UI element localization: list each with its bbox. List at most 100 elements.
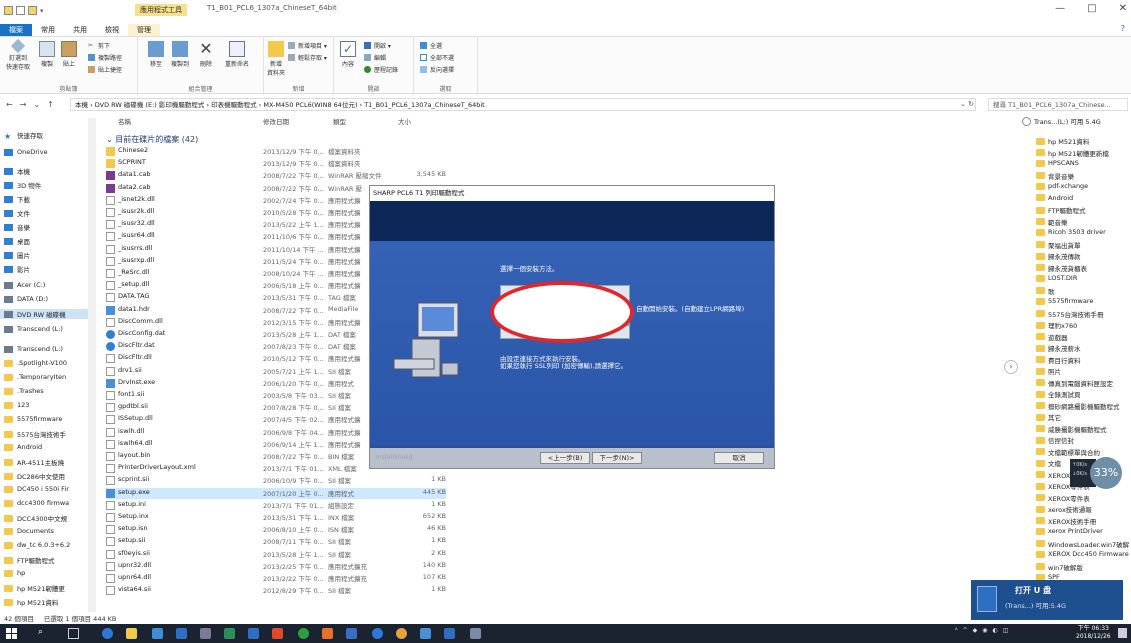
clock[interactable]: 下午 06:33 2018/12/26 bbox=[1076, 625, 1111, 641]
shield-icon[interactable]: ◆ bbox=[973, 627, 978, 634]
nav-item[interactable]: ★ 快速存取 bbox=[4, 130, 43, 141]
app-icon-2[interactable] bbox=[200, 628, 211, 639]
app-icon-6[interactable] bbox=[322, 628, 333, 639]
nav-item[interactable]: DVD RW 磁碟機 bbox=[0, 309, 96, 319]
tab-share[interactable]: 共用 bbox=[64, 24, 96, 36]
right-pane-item[interactable]: 理豹x760 bbox=[1036, 320, 1077, 330]
wifi-icon[interactable]: ◉ bbox=[982, 627, 987, 634]
up-arrow-icon[interactable]: ↑ bbox=[47, 100, 54, 109]
copy-to-button[interactable]: 複製到 bbox=[170, 41, 190, 68]
copy-button[interactable]: 複製 bbox=[38, 41, 56, 68]
right-pane-item[interactable]: 歸永茂薪水 bbox=[1036, 343, 1081, 353]
nav-item[interactable]: .TemporaryIten bbox=[4, 373, 66, 381]
nav-item[interactable]: DCC4300中文規 bbox=[4, 513, 67, 523]
right-pane-item[interactable]: 聚福出貨單 bbox=[1036, 240, 1081, 250]
file-row[interactable]: sf0eyis.sii 2013/5/28 上午 1... SII 檔案 2 KB bbox=[106, 549, 446, 560]
nav-item[interactable]: 123 bbox=[4, 401, 29, 409]
close-button[interactable]: ✕ bbox=[1119, 3, 1127, 14]
right-pane-item[interactable]: win7破解版 bbox=[1036, 562, 1083, 572]
nav-item[interactable]: 影片 bbox=[4, 264, 30, 274]
right-pane-item[interactable]: 歸永茂貨櫃表 bbox=[1036, 263, 1087, 273]
search-icon[interactable]: ⌕ bbox=[38, 627, 43, 637]
drive-header[interactable]: Trans...(L:) 可用 5.4G bbox=[1022, 114, 1131, 128]
right-pane-item[interactable]: XEROX技術手冊 bbox=[1036, 516, 1096, 526]
right-pane-item[interactable]: 信捏信封 bbox=[1036, 435, 1074, 445]
volume-icon[interactable]: ◐ bbox=[993, 627, 998, 634]
people-icon[interactable]: ᴬ bbox=[955, 627, 958, 634]
app-icon-5[interactable] bbox=[272, 628, 283, 639]
nav-item[interactable]: hp bbox=[4, 569, 25, 577]
nav-item[interactable]: Transcend (L:) bbox=[4, 345, 63, 353]
right-pane-item[interactable]: 歸永茂傳款 bbox=[1036, 251, 1081, 261]
tab-view[interactable]: 檢視 bbox=[96, 24, 128, 36]
right-pane-item[interactable]: 5575台灣技術手冊 bbox=[1036, 309, 1104, 319]
new-folder-button[interactable]: 新增 資料夾 bbox=[266, 41, 286, 77]
next-button[interactable]: 下一步(N)> bbox=[592, 452, 642, 464]
nav-item[interactable]: 5575firmware bbox=[4, 415, 62, 423]
file-row[interactable]: data1.cab 2008/7/22 下午 0... WinRAR 壓縮文件 3,5… bbox=[106, 170, 446, 181]
new-folder-icon[interactable] bbox=[28, 6, 37, 15]
nav-item[interactable]: Transcend (L:) bbox=[4, 325, 63, 333]
notification-icon[interactable] bbox=[1118, 628, 1127, 638]
paste-button[interactable]: 貼上 bbox=[60, 41, 78, 68]
file-row[interactable]: Setup.inx 2013/5/31 下午 1... INX 檔案 652 KB bbox=[106, 512, 446, 523]
nav-item[interactable]: DC286中文使用 bbox=[4, 471, 65, 481]
maximize-button[interactable]: □ bbox=[1087, 3, 1096, 14]
installer-taskbar-icon[interactable] bbox=[470, 628, 481, 639]
address-bar[interactable]: 本機 › DVD RW 磁碟機 (E:) 影印機驅動程式 › 印表機驅動程式 ›… bbox=[70, 98, 976, 111]
nav-item[interactable]: .Trashes bbox=[4, 387, 44, 395]
file-row[interactable]: setup.sii 2008/7/11 下午 0... SII 檔案 1 KB bbox=[106, 536, 446, 547]
column-type[interactable]: 類型 bbox=[333, 116, 346, 126]
right-pane-item[interactable]: WindowsLoader.win7破解 bbox=[1036, 539, 1129, 549]
right-pane-item[interactable]: 全錄測試頁 bbox=[1036, 389, 1081, 399]
chevron-up-icon[interactable]: ^ bbox=[963, 627, 968, 634]
file-row[interactable]: upnr32.dll 2013/2/25 下午 0... 應用程式擴充 140 KB bbox=[106, 561, 446, 572]
network-speed-widget[interactable]: ↑0K/s ↓0K/s 33% bbox=[1070, 455, 1128, 491]
chrome-icon[interactable] bbox=[298, 628, 309, 639]
file-row[interactable]: setup.exe 2007/1/20 上午 0... 應用程式 445 KB bbox=[106, 487, 446, 499]
tab-home[interactable]: 常用 bbox=[32, 24, 64, 36]
app-icon-9[interactable] bbox=[420, 628, 431, 639]
minimize-button[interactable]: — bbox=[1055, 3, 1065, 14]
right-pane-item[interactable]: xerox PrintDriver bbox=[1036, 527, 1103, 535]
right-pane-item[interactable]: 背景音樂 bbox=[1036, 171, 1074, 181]
right-pane-item[interactable]: xerox技術通報 bbox=[1036, 504, 1092, 514]
edge-icon[interactable] bbox=[102, 628, 113, 639]
right-pane-item[interactable]: XEROX Dcc450 Firmware bbox=[1036, 550, 1129, 558]
nav-item[interactable]: Android bbox=[4, 443, 42, 451]
history-button[interactable]: 歷程記錄 bbox=[364, 65, 398, 74]
column-date[interactable]: 修改日期 bbox=[263, 116, 289, 126]
app-icon-4[interactable] bbox=[248, 628, 259, 639]
tab-file[interactable]: 檔案 bbox=[0, 24, 32, 36]
chevron-right-icon[interactable]: › bbox=[1004, 360, 1018, 374]
file-explorer-icon[interactable] bbox=[126, 628, 137, 639]
nav-item[interactable]: .Spotlight-V100 bbox=[4, 359, 67, 367]
nav-item[interactable]: 圖片 bbox=[4, 250, 30, 260]
easy-access-button[interactable]: 輕鬆存取 ▾ bbox=[288, 53, 327, 62]
nav-item[interactable]: hp M521資料 bbox=[4, 597, 58, 607]
right-pane-item[interactable]: XEROX零件表 bbox=[1036, 493, 1090, 503]
move-to-button[interactable]: 移至 bbox=[146, 41, 166, 68]
nav-item[interactable]: hp M521韌體更 bbox=[4, 583, 65, 593]
nav-item[interactable]: 桌面 bbox=[4, 236, 30, 246]
right-pane-item[interactable]: HPSCANS bbox=[1036, 159, 1079, 167]
nav-item[interactable]: Documents bbox=[4, 527, 54, 535]
nav-item[interactable]: DC450 i 550i Fir bbox=[4, 485, 69, 493]
nav-item[interactable]: 5575台灣技術手 bbox=[4, 429, 66, 439]
ie-icon[interactable] bbox=[372, 628, 383, 639]
nav-item[interactable]: OneDrive bbox=[4, 148, 48, 156]
column-name[interactable]: 名稱 bbox=[118, 116, 131, 126]
right-pane-item[interactable]: 照片 bbox=[1036, 366, 1061, 376]
right-pane-item[interactable]: 費目行資料 bbox=[1036, 355, 1081, 365]
right-pane-item[interactable]: pdf-xchange bbox=[1036, 182, 1088, 190]
right-pane-item[interactable]: hp M521資料 bbox=[1036, 136, 1089, 146]
nav-item[interactable]: 3D 物件 bbox=[4, 180, 41, 190]
app-icon-8[interactable] bbox=[396, 628, 407, 639]
task-view-icon[interactable] bbox=[68, 628, 79, 639]
cut-button[interactable]: ✂ 剪下 bbox=[88, 41, 110, 50]
nav-item[interactable]: DATA (D:) bbox=[4, 295, 48, 303]
qat-dropdown-icon[interactable]: ▾ bbox=[40, 7, 44, 15]
right-pane-item[interactable]: 遊戲器 bbox=[1036, 332, 1068, 342]
file-row[interactable]: SCPRINT 2013/12/9 下午 0... 檔案資料夾 bbox=[106, 158, 446, 169]
properties-button[interactable]: ✓ 內容 bbox=[338, 41, 358, 68]
